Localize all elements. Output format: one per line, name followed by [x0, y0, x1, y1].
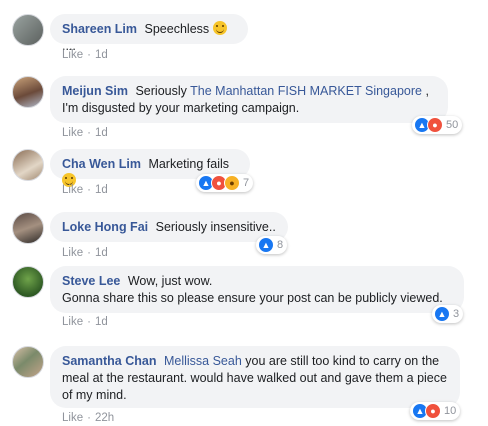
comment-meta: Like · 1d — [62, 127, 108, 139]
reactions-summary[interactable]: ▲ ● ● 7 — [196, 174, 254, 192]
comment-meta: Like · 1d — [62, 316, 108, 328]
comment-bubble: Steve Lee Wow, just wow. Gonna share thi… — [50, 266, 464, 313]
avatar[interactable] — [12, 149, 44, 181]
reaction-count: 50 — [446, 119, 459, 131]
comment-meta: Like · 22h — [62, 412, 114, 424]
comment-bubble: Shareen Lim Speechless .... — [50, 14, 248, 53]
laughing-face-icon: ● — [224, 175, 240, 191]
reactions-summary[interactable]: ▲ 3 — [432, 305, 464, 323]
meta-separator: · — [87, 127, 91, 139]
like-link[interactable]: Like — [62, 184, 83, 196]
meta-separator: · — [87, 184, 91, 196]
like-link[interactable]: Like — [62, 412, 83, 424]
reactions-summary[interactable]: ▲ ● 50 — [412, 116, 463, 134]
avatar[interactable] — [12, 76, 44, 108]
reaction-count: 8 — [277, 239, 284, 251]
meta-separator: · — [87, 316, 91, 328]
comment-text: Seriously insensitive.. — [155, 220, 276, 234]
timestamp[interactable]: 1d — [95, 184, 108, 196]
thumbs-up-icon: ▲ — [434, 306, 450, 322]
reactions-summary[interactable]: ▲ 8 — [256, 236, 288, 254]
reaction-count: 3 — [453, 308, 460, 320]
page-mention-link[interactable]: The Manhattan FISH MARKET Singapore — [190, 84, 422, 98]
like-link[interactable]: Like — [62, 127, 83, 139]
commenter-name[interactable]: Shareen Lim — [62, 22, 137, 36]
meta-separator: · — [87, 49, 91, 61]
commenter-name[interactable]: Meijun Sim — [62, 84, 128, 98]
meta-separator: · — [87, 247, 91, 259]
smiling-face-emoji — [212, 21, 227, 35]
timestamp[interactable]: 1d — [95, 247, 108, 259]
avatar[interactable] — [12, 346, 44, 378]
angry-face-icon: ● — [427, 117, 443, 133]
comment-text: Speechless — [144, 22, 210, 36]
angry-face-icon: ● — [425, 403, 441, 419]
comment-meta: Like · 1d — [62, 184, 108, 196]
like-link[interactable]: Like — [62, 49, 83, 61]
commenter-name[interactable]: Loke Hong Fai — [62, 220, 148, 234]
comment-text-line2: Gonna share this so please ensure your p… — [62, 291, 443, 305]
meta-separator: · — [87, 412, 91, 424]
comment-meta: Like · 1d — [62, 247, 108, 259]
commenter-name[interactable]: Samantha Chan — [62, 354, 156, 368]
avatar[interactable] — [12, 212, 44, 244]
comment-bubble: Loke Hong Fai Seriously insensitive.. — [50, 212, 288, 242]
thumbs-up-icon: ▲ — [258, 237, 274, 253]
reaction-count: 7 — [243, 177, 250, 189]
reactions-summary[interactable]: ▲ ● 10 — [410, 402, 461, 420]
comment-bubble: Samantha Chan Mellissa Seah you are stil… — [50, 346, 460, 408]
avatar[interactable] — [12, 14, 44, 46]
comment-text: Wow, just wow. — [127, 274, 213, 288]
like-link[interactable]: Like — [62, 316, 83, 328]
comment-bubble: Meijun Sim Seriously The Manhattan FISH … — [50, 76, 448, 123]
comment-text: Marketing fails — [148, 157, 230, 171]
user-mention-link[interactable]: Mellissa Seah — [164, 354, 242, 368]
like-link[interactable]: Like — [62, 247, 83, 259]
commenter-name[interactable]: Cha Wen Lim — [62, 157, 141, 171]
reaction-count: 10 — [444, 405, 457, 417]
timestamp[interactable]: 1d — [95, 316, 108, 328]
timestamp[interactable]: 1d — [95, 49, 108, 61]
avatar[interactable] — [12, 266, 44, 298]
comment-text: Seriously — [135, 84, 187, 98]
commenter-name[interactable]: Steve Lee — [62, 274, 120, 288]
timestamp[interactable]: 22h — [95, 412, 114, 424]
comment-meta: Like · 1d — [62, 49, 108, 61]
timestamp[interactable]: 1d — [95, 127, 108, 139]
